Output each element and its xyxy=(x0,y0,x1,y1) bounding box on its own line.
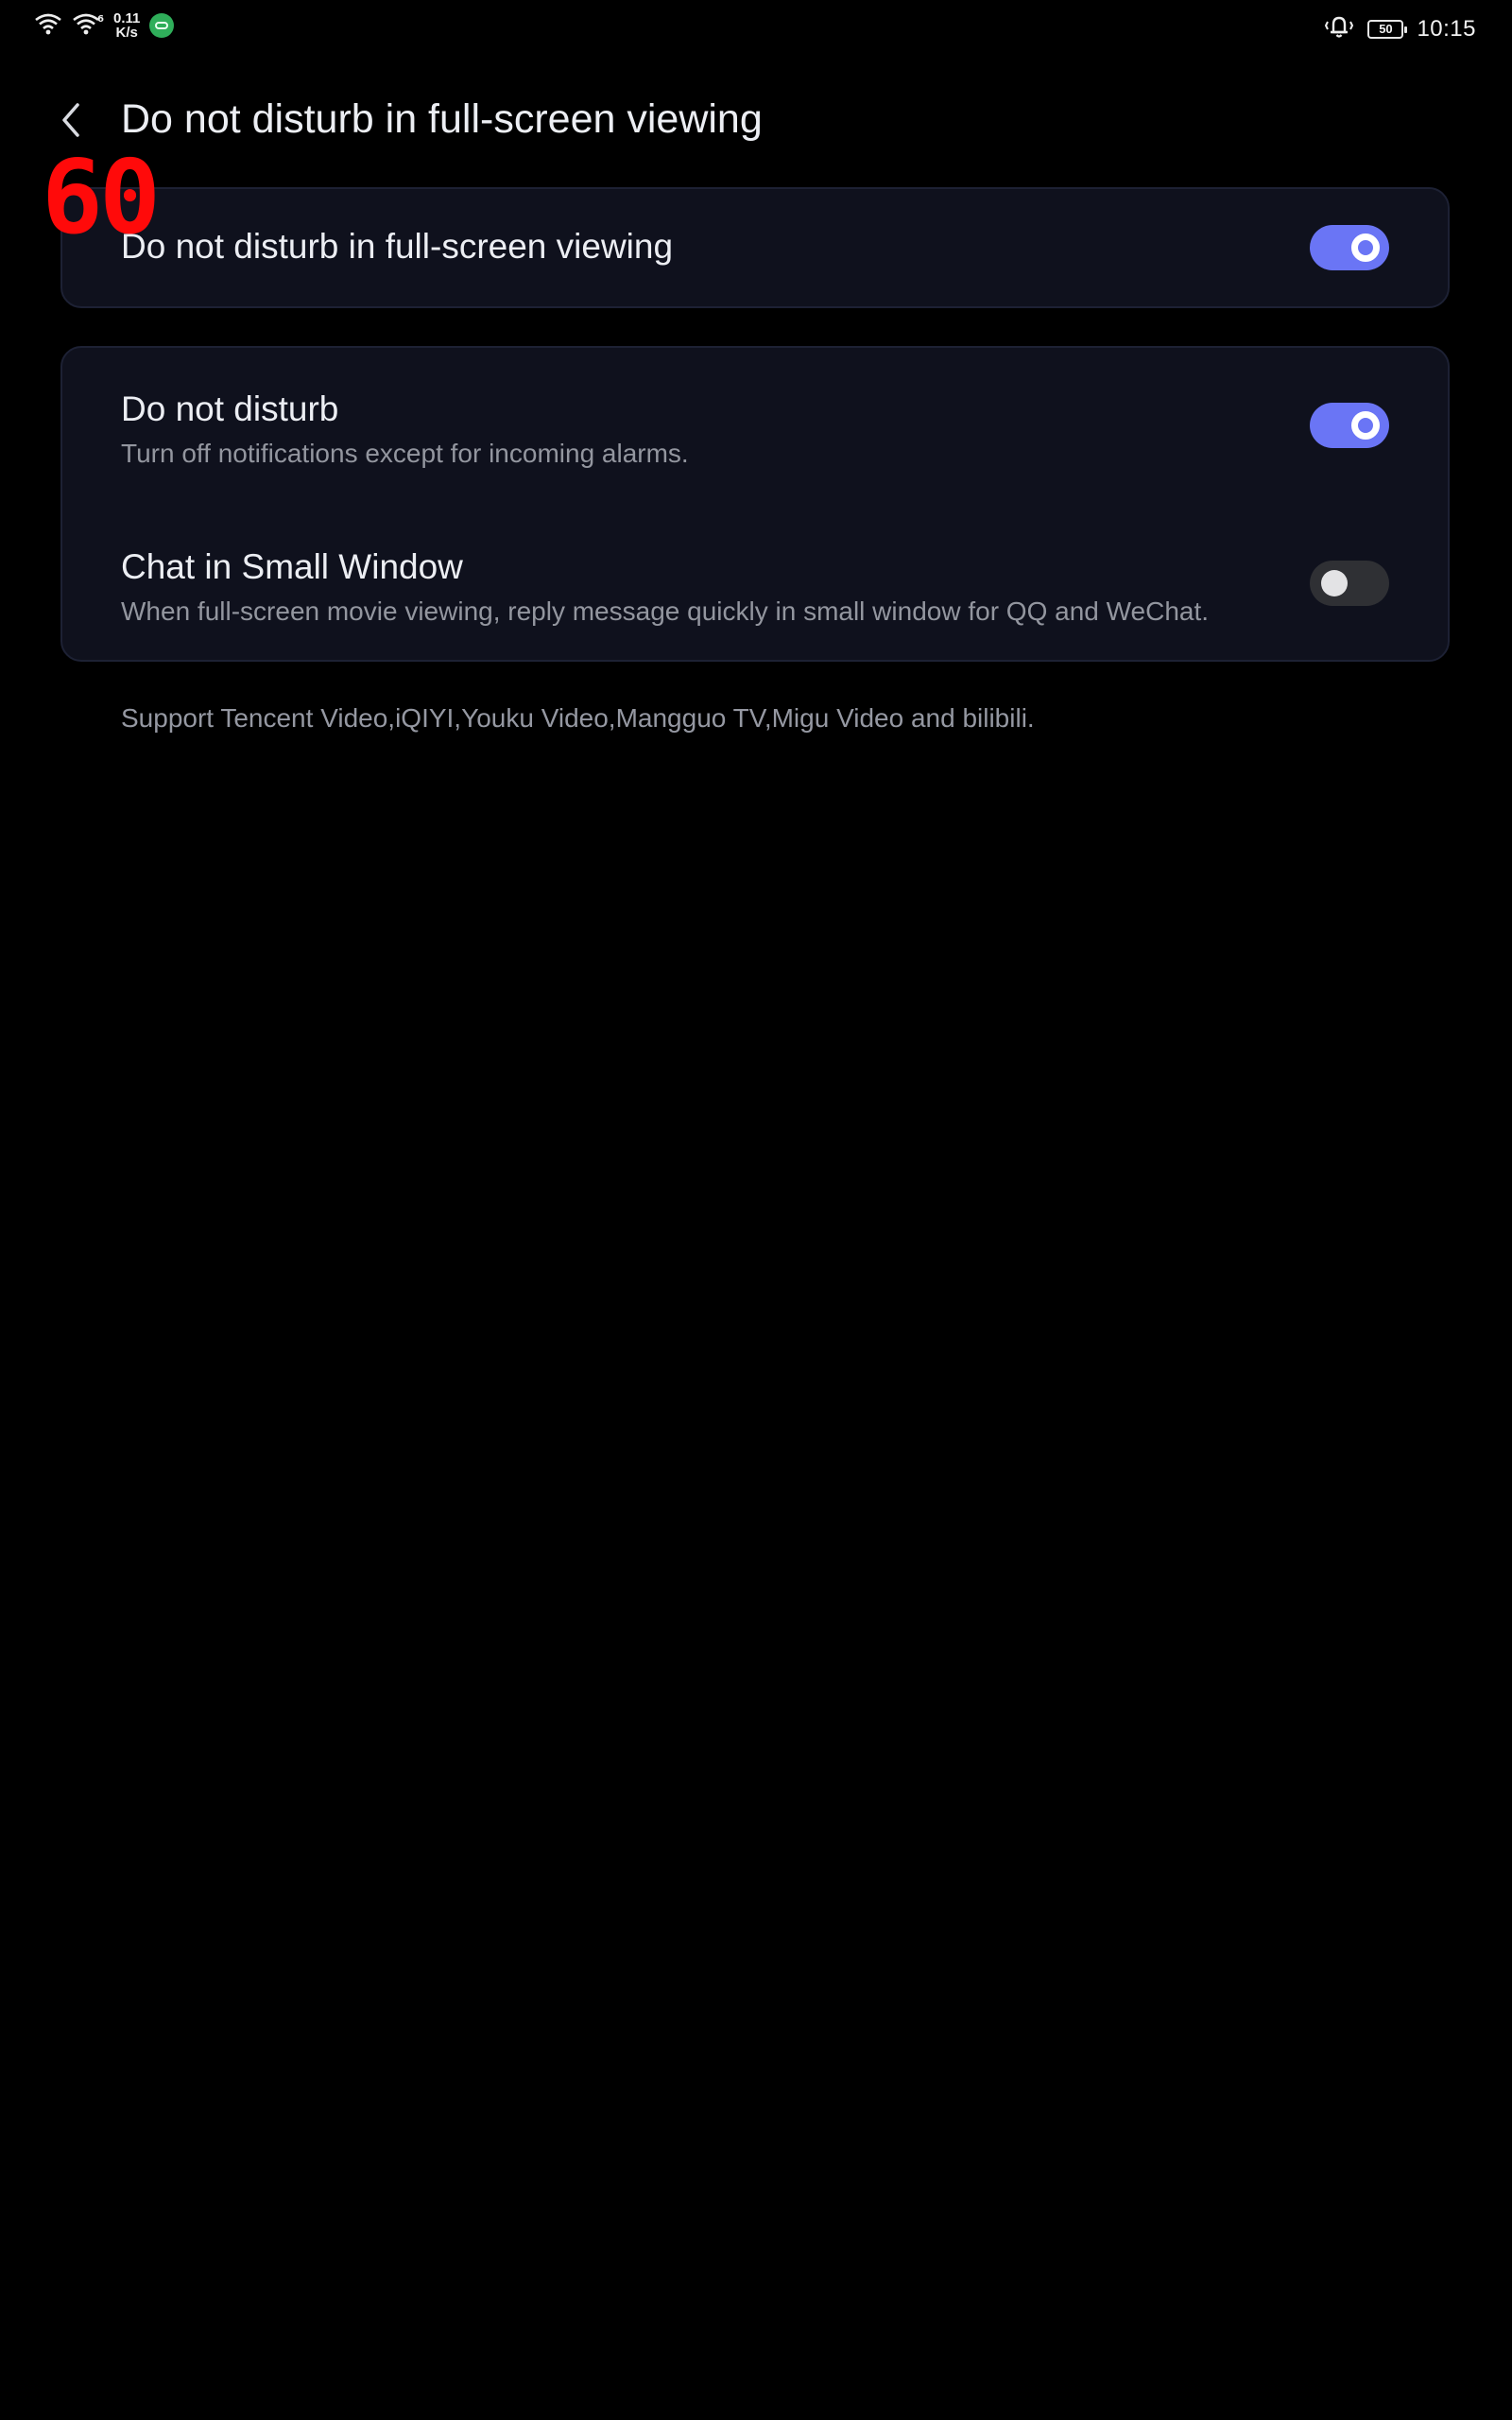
status-bar-right: 50 10:15 xyxy=(1324,13,1476,44)
svg-text:6: 6 xyxy=(97,14,104,25)
do-not-disturb-toggle[interactable] xyxy=(1310,403,1389,448)
master-toggle-card: Do not disturb in full-screen viewing xyxy=(60,187,1450,308)
fps-counter-overlay: 60 xyxy=(42,139,161,257)
wifi-6-icon: 6 xyxy=(72,12,104,40)
status-bar-left: 6 0.11 K/s xyxy=(34,11,175,40)
net-speed-unit: K/s xyxy=(115,25,138,41)
master-setting-title: Do not disturb in full-screen viewing xyxy=(121,227,674,266)
toggle-knob xyxy=(1321,570,1348,596)
setting-title: Chat in Small Window xyxy=(121,547,463,586)
battery-level: 50 xyxy=(1379,22,1393,36)
toggle-knob xyxy=(1351,411,1380,440)
wifi-icon xyxy=(34,12,62,40)
clock: 10:15 xyxy=(1417,15,1476,42)
supported-apps-note: Support Tencent Video,iQIYI,Youku Video,… xyxy=(121,703,1035,733)
chat-small-window-toggle[interactable] xyxy=(1310,561,1389,606)
net-speed-value: 0.11 xyxy=(113,10,141,26)
back-button[interactable] xyxy=(49,98,93,142)
master-setting-row[interactable]: Do not disturb in full-screen viewing xyxy=(121,227,1389,267)
setting-row-chat-small-window[interactable]: Chat in Small Window When full-screen mo… xyxy=(121,547,1389,627)
chevron-left-icon xyxy=(62,103,79,137)
master-toggle-switch[interactable] xyxy=(1310,225,1389,270)
app-notification-icon xyxy=(149,13,175,38)
setting-subtitle: When full-screen movie viewing, reply me… xyxy=(121,596,1210,626)
setting-title: Do not disturb xyxy=(121,389,339,428)
page-title: Do not disturb in full-screen viewing xyxy=(121,96,763,142)
sub-settings-card: Do not disturb Turn off notifications ex… xyxy=(60,346,1450,662)
net-speed: 0.11 K/s xyxy=(113,11,140,40)
bell-icon xyxy=(1324,13,1354,44)
setting-subtitle: Turn off notifications except for incomi… xyxy=(121,439,689,468)
status-bar: 6 0.11 K/s 50 10:15 xyxy=(0,0,1512,57)
toggle-knob xyxy=(1351,233,1380,262)
setting-row-do-not-disturb[interactable]: Do not disturb Turn off notifications ex… xyxy=(121,389,1389,469)
battery-icon: 50 xyxy=(1367,19,1408,39)
